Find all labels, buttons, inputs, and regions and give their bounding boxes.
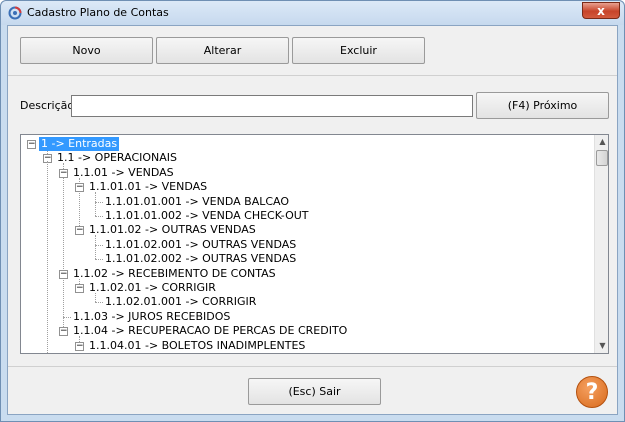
tree-node[interactable]: 1.1.01.01.001 -> VENDA BALCAO [103, 195, 291, 209]
description-label: Descrição: [20, 99, 78, 112]
tree-node[interactable]: 1 -> Entradas [39, 137, 120, 151]
client-area: Novo Alterar Excluir Descrição: (F4) Pró… [7, 25, 618, 415]
tree-node[interactable]: 1.1.01.02 -> OUTRAS VENDAS [87, 223, 258, 237]
scroll-thumb[interactable] [596, 150, 608, 166]
window-title: Cadastro Plano de Contas [27, 6, 169, 19]
tree-node[interactable]: 1.1.02.01.001 -> CORRIGIR [103, 295, 258, 309]
tree-expander-icon[interactable]: − [27, 140, 36, 149]
tree-expander-icon[interactable]: − [75, 341, 84, 351]
app-icon [8, 6, 22, 20]
novo-button[interactable]: Novo [20, 37, 153, 64]
tree-expander-icon[interactable]: − [59, 168, 68, 178]
next-button[interactable]: (F4) Próximo [476, 92, 609, 119]
tree-expander-icon[interactable]: − [75, 226, 84, 236]
tree-node[interactable]: 1.1.01.02.002 -> OUTRAS VENDAS [103, 252, 298, 266]
tree-node[interactable]: 1.1.02.01 -> CORRIGIR [87, 281, 218, 295]
tree-connector [47, 161, 48, 353]
tree-node[interactable]: 1.1.02 -> RECEBIMENTO DE CONTAS [71, 267, 278, 281]
tree-node[interactable]: 1.1.04 -> RECUPERACAO DE PERCAS DE CREDI… [71, 324, 349, 338]
tree-connector [63, 316, 71, 318]
tree-node[interactable]: 1.1.01.01 -> VENDAS [87, 180, 209, 194]
vertical-scrollbar[interactable]: ▲ ▼ [594, 135, 608, 353]
tree-connector [95, 201, 103, 203]
tree-expander-icon[interactable]: − [59, 269, 68, 279]
tree-node[interactable]: 1.1.01 -> VENDAS [71, 166, 176, 180]
description-input[interactable] [71, 95, 473, 117]
tree-connector [95, 302, 103, 304]
tree-connector [95, 216, 103, 217]
tree-content: −1 -> Entradas −1.1 -> OPERACIONAIS −1.1.0… [21, 135, 594, 353]
scroll-up-icon[interactable]: ▲ [595, 135, 608, 149]
help-icon[interactable]: ? [576, 376, 608, 408]
tree-expander-icon[interactable]: − [75, 183, 84, 193]
tree-connector [95, 192, 96, 216]
tree-connector [95, 259, 103, 261]
account-tree[interactable]: −1 -> Entradas −1.1 -> OPERACIONAIS −1.1.0… [20, 134, 609, 354]
tree-expander-icon[interactable]: − [75, 284, 84, 293]
close-button[interactable]: x [582, 2, 620, 19]
tree-node[interactable]: 1.1.01.01.002 -> VENDA CHECK-OUT [103, 209, 311, 223]
tree-node[interactable]: 1.1 -> OPERACIONAIS [55, 151, 179, 165]
scroll-down-icon[interactable]: ▼ [595, 339, 608, 353]
tree-expander-icon[interactable]: − [59, 327, 68, 337]
tree-node[interactable]: 1.1.04.01 -> BOLETOS INADIMPLENTES [87, 339, 307, 353]
close-icon: x [597, 3, 605, 18]
tree-connector [95, 235, 96, 260]
excluir-button[interactable]: Excluir [292, 37, 425, 64]
exit-button[interactable]: (Esc) Sair [248, 378, 381, 405]
alterar-button[interactable]: Alterar [156, 37, 289, 64]
tree-connector [63, 163, 64, 332]
title-bar[interactable]: Cadastro Plano de Contas x [1, 1, 624, 25]
tree-node[interactable]: 1.1.03 -> JUROS RECEBIDOS [71, 310, 232, 324]
tree-node[interactable]: 1.1.01.02.001 -> OUTRAS VENDAS [103, 238, 298, 252]
main-window: Cadastro Plano de Contas x Novo Alterar … [0, 0, 625, 422]
tree-connector [95, 244, 103, 246]
